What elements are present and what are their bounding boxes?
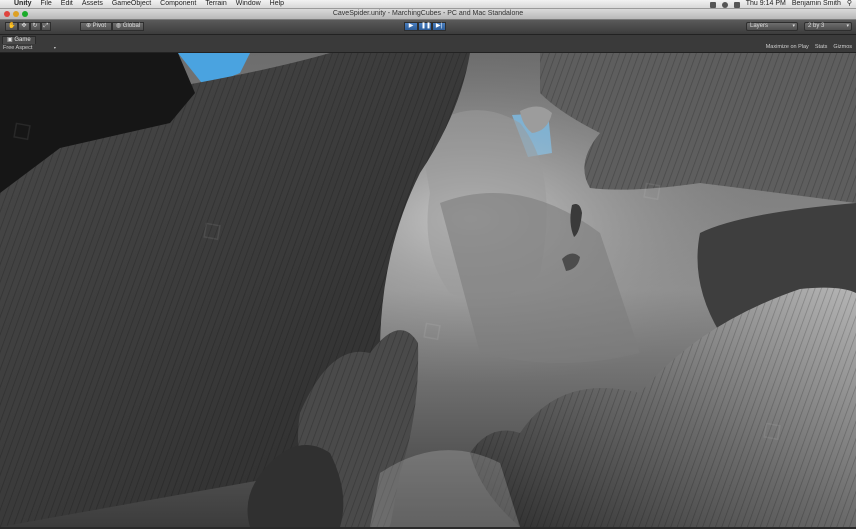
pivot-tools: ⊕ Pivot ◍ Global [80,22,144,31]
menu-item-gameobject[interactable]: GameObject [112,0,151,8]
menu-item-edit[interactable]: Edit [61,0,73,8]
hand-icon: ✋ [8,23,16,29]
gizmos-toggle[interactable]: Gizmos [833,44,852,51]
menu-item-file[interactable]: File [41,0,52,8]
game-tab-label: Game [14,37,31,43]
menu-extras: Thu 9:14 PM Benjamin Smith ⚲ [709,0,852,8]
global-label: Global [122,23,141,29]
stats-toggle[interactable]: Stats [815,44,828,51]
move-icon: ✥ [21,23,27,29]
rotate-icon: ↻ [32,23,38,29]
scale-tool-button[interactable]: ⤢ [40,22,52,31]
window-title: CaveSpider.unity - MarchingCubes - PC an… [332,10,524,17]
wifi-icon[interactable] [721,1,728,8]
step-icon: ▶| [435,23,443,29]
pivot-toggle[interactable]: ⊕ Pivot [80,22,112,31]
chevron-down-icon: ▾ [53,45,56,50]
move-tool-button[interactable]: ✥ [18,22,30,31]
scale-icon: ⤢ [43,23,49,29]
status-icon[interactable] [709,1,716,8]
game-tab-icon: ▣ [7,37,13,43]
layout-dropdown[interactable]: 2 by 3 ▾ [804,22,852,31]
menu-item-component[interactable]: Component [160,0,196,8]
maximize-on-play-toggle[interactable]: Maximize on Play [766,44,809,51]
pause-icon: ❚❚ [421,23,432,29]
global-toggle[interactable]: ◍ Global [112,22,144,31]
hand-tool-button[interactable]: ✋ [5,22,19,31]
window-title-bar: CaveSpider.unity - MarchingCubes - PC an… [0,9,856,20]
step-button[interactable]: ▶| [432,22,446,31]
layers-label: Layers [750,23,769,29]
layers-dropdown[interactable]: Layers ▾ [746,22,798,31]
unity-toolbar: ✋ ✥ ↻ ⤢ ⊕ Pivot ◍ Global ▶ ❚❚ ▶| Layers … [0,20,856,35]
menu-bar: Unity File Edit Assets GameObject Compon… [0,0,856,9]
menu-item-unity[interactable]: Unity [14,0,32,8]
game-viewport[interactable]: ◇ ◇ ◇ ◇ ◇ [0,53,856,527]
window-controls [4,11,28,17]
menu-item-terrain[interactable]: Terrain [205,0,226,8]
user-name[interactable]: Benjamin Smith [792,0,841,8]
clock[interactable]: Thu 9:14 PM [746,0,786,8]
menu-item-assets[interactable]: Assets [82,0,103,8]
menu-item-window[interactable]: Window [236,0,261,8]
aspect-dropdown[interactable]: Free Aspect ▾ [3,44,56,52]
game-view-options: Maximize on Play Stats Gizmos [766,44,852,51]
rotate-tool-button[interactable]: ↻ [29,22,41,31]
cave-render [0,53,856,527]
zoom-window-button[interactable] [22,11,28,17]
minimize-window-button[interactable] [13,11,19,17]
pause-button[interactable]: ❚❚ [418,22,432,31]
menu-item-help[interactable]: Help [270,0,284,8]
close-window-button[interactable] [4,11,10,17]
aspect-label: Free Aspect [3,45,33,51]
volume-icon[interactable] [733,1,740,8]
menu-items: Unity File Edit Assets GameObject Compon… [14,0,284,8]
globe-icon: ◍ [115,23,122,29]
pivot-icon: ⊕ [85,23,91,29]
transform-tools: ✋ ✥ ↻ ⤢ [5,22,52,31]
layout-label: 2 by 3 [808,23,825,29]
chevron-down-icon: ▾ [792,23,795,29]
pivot-label: Pivot [92,23,107,29]
play-button[interactable]: ▶ [404,22,418,31]
tab-game[interactable]: ▣ Game [2,36,36,44]
play-controls: ▶ ❚❚ ▶| [404,22,446,31]
spotlight-icon[interactable]: ⚲ [847,0,852,8]
game-view-header: ▣ Game Free Aspect ▾ Maximize on Play St… [0,35,856,53]
play-icon: ▶ [408,23,414,29]
chevron-down-icon: ▾ [846,23,849,29]
